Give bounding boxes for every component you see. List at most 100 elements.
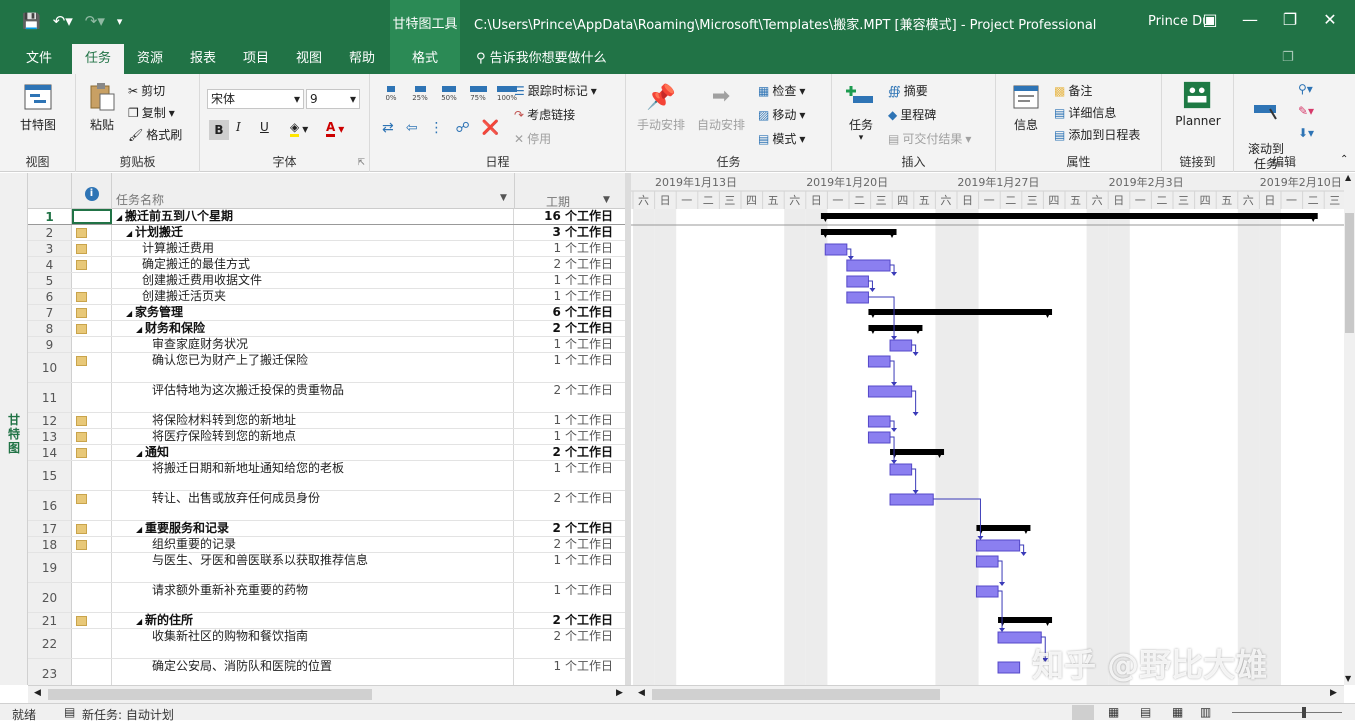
table-row[interactable]: 16 转让、出售或放弃任何成员身份 2 个工作日 — [28, 491, 625, 521]
manual-schedule-button[interactable]: 📌 手动安排 — [632, 82, 690, 133]
duration-cell[interactable]: 1 个工作日 — [514, 583, 617, 612]
grid-scroll-left-icon[interactable]: ◀ — [34, 688, 41, 698]
task-name-cell[interactable]: 评估特地为这次搬迁投保的贵重物品 — [112, 383, 514, 412]
row-number[interactable]: 1 — [28, 209, 72, 224]
table-row[interactable]: 8 ◢ 财务和保险 2 个工作日 — [28, 321, 625, 337]
undo-icon[interactable]: ↶▾ — [53, 12, 73, 30]
indicator-cell[interactable] — [72, 305, 112, 320]
task-usage-icon[interactable]: ▦ — [1108, 705, 1119, 719]
task-name-header[interactable]: 任务名称 — [116, 191, 164, 208]
find-icon[interactable]: ⚲▾ — [1298, 82, 1313, 96]
mode-button[interactable]: ▤ 模式 ▾ — [758, 130, 805, 147]
collapse-triangle-icon[interactable]: ◢ — [136, 617, 145, 626]
row-number[interactable]: 3 — [28, 241, 72, 256]
task-name-cell[interactable]: 将医疗保险转到您的新地点 — [112, 429, 514, 444]
planner-button[interactable]: Planner — [1170, 80, 1226, 128]
table-row[interactable]: 6 创建搬迁活页夹 1 个工作日 — [28, 289, 625, 305]
indicator-cell[interactable] — [72, 629, 112, 658]
track-mark-button[interactable]: ☰ 跟踪时标记 ▾ — [514, 82, 597, 99]
duration-filter-icon[interactable]: ▼ — [603, 195, 610, 205]
duration-cell[interactable]: 2 个工作日 — [514, 383, 617, 412]
duration-cell[interactable]: 1 个工作日 — [514, 553, 617, 582]
row-number[interactable]: 8 — [28, 321, 72, 336]
table-row[interactable]: 9 审查家庭财务状况 1 个工作日 — [28, 337, 625, 353]
note-icon[interactable] — [76, 432, 87, 442]
table-row[interactable]: 2 ◢ 计划搬迁 3 个工作日 — [28, 225, 625, 241]
table-row[interactable]: 23 确定公安局、消防队和医院的位置 1 个工作日 — [28, 659, 625, 685]
indicator-cell[interactable] — [72, 583, 112, 612]
task-name-cell[interactable]: 审查家庭财务状况 — [112, 337, 514, 352]
note-icon[interactable] — [76, 308, 87, 318]
chart-scroll-right-icon[interactable]: ▶ — [1330, 688, 1337, 698]
note-icon[interactable] — [76, 260, 87, 270]
note-icon[interactable] — [76, 292, 87, 302]
collapse-triangle-icon[interactable]: ◢ — [136, 525, 145, 534]
indicator-cell[interactable] — [72, 257, 112, 272]
scroll-down-icon[interactable]: ▼ — [1345, 674, 1351, 683]
indicator-cell[interactable] — [72, 321, 112, 336]
table-row[interactable]: 22 收集新社区的购物和餐饮指南 2 个工作日 — [28, 629, 625, 659]
table-row[interactable]: 13 将医疗保险转到您的新地点 1 个工作日 — [28, 429, 625, 445]
row-number[interactable]: 23 — [28, 659, 72, 685]
task-name-cell[interactable]: 与医生、牙医和兽医联系以获取推荐信息 — [112, 553, 514, 582]
indicator-cell[interactable] — [72, 337, 112, 352]
table-row[interactable]: 21 ◢ 新的住所 2 个工作日 — [28, 613, 625, 629]
duration-cell[interactable]: 2 个工作日 — [514, 491, 617, 520]
row-number[interactable]: 12 — [28, 413, 72, 428]
duration-cell[interactable]: 2 个工作日 — [514, 537, 617, 552]
percent-25-button[interactable]: 25% — [409, 86, 431, 102]
task-name-cell[interactable]: 转让、出售或放弃任何成员身份 — [112, 491, 514, 520]
split-icon[interactable]: ⋮ — [429, 120, 443, 136]
auto-schedule-button[interactable]: ➡ 自动安排 — [692, 82, 750, 133]
duration-cell[interactable]: 3 个工作日 — [514, 225, 617, 240]
tab-task[interactable]: 任务 — [72, 44, 124, 74]
respect-links-button[interactable]: ↷ 考虑链接 — [514, 106, 575, 123]
format-painter-button[interactable]: 🖌 格式刷 — [128, 126, 182, 143]
indicator-cell[interactable] — [72, 353, 112, 382]
customize-qat-icon[interactable]: ▾ — [117, 15, 123, 28]
collapse-triangle-icon[interactable]: ◢ — [126, 309, 135, 318]
indicator-cell[interactable] — [72, 491, 112, 520]
table-row[interactable]: 1 ◢ 搬迁前五到八个星期 16 个工作日 — [28, 209, 625, 225]
task-name-cell[interactable]: 组织重要的记录 — [112, 537, 514, 552]
indicator-cell[interactable] — [72, 209, 112, 224]
resource-sheet-icon[interactable]: ▦ — [1172, 705, 1183, 719]
gantt-chart-button[interactable]: 甘特图 — [12, 82, 64, 133]
minimize-icon[interactable]: — — [1230, 10, 1270, 29]
indicator-cell[interactable] — [72, 241, 112, 256]
note-icon[interactable] — [76, 416, 87, 426]
font-name-select[interactable]: 宋体 ▾ — [207, 89, 304, 109]
vertical-scrollbar[interactable]: ▲ ▼ — [1344, 173, 1355, 685]
chart-scroll-left-icon[interactable]: ◀ — [638, 688, 645, 698]
grid-scroll-right-icon[interactable]: ▶ — [616, 688, 623, 698]
task-name-cell[interactable]: ◢ 通知 — [112, 445, 514, 460]
tab-resource[interactable]: 资源 — [126, 44, 174, 74]
highlight-color-button[interactable]: ◈ ▾ — [290, 120, 308, 137]
row-number[interactable]: 6 — [28, 289, 72, 304]
percent-50-button[interactable]: 50% — [438, 86, 460, 102]
collapse-ribbon-icon[interactable]: ⌃ — [1340, 154, 1348, 165]
table-row[interactable]: 4 确定搬迁的最佳方式 2 个工作日 — [28, 257, 625, 273]
note-icon[interactable] — [76, 244, 87, 254]
unlink-icon[interactable]: ❌ — [482, 120, 499, 136]
duration-header[interactable]: 工期 — [546, 193, 570, 210]
table-row[interactable]: 12 将保险材料转到您的新地址 1 个工作日 — [28, 413, 625, 429]
grid-scroll-thumb[interactable] — [48, 689, 372, 700]
chart-scroll-thumb[interactable] — [652, 689, 940, 700]
indicator-cell[interactable] — [72, 553, 112, 582]
task-name-cell[interactable]: 确定公安局、消防队和医院的位置 — [112, 659, 514, 685]
summary-button[interactable]: ∰ 摘要 — [888, 82, 928, 99]
table-row[interactable]: 18 组织重要的记录 2 个工作日 — [28, 537, 625, 553]
ribbon-options-icon[interactable]: ▣ — [1190, 10, 1230, 29]
duration-cell[interactable]: 16 个工作日 — [514, 209, 617, 224]
select-all-corner[interactable] — [28, 173, 72, 209]
duration-cell[interactable]: 2 个工作日 — [514, 321, 617, 336]
duration-cell[interactable]: 2 个工作日 — [514, 445, 617, 460]
row-number[interactable]: 16 — [28, 491, 72, 520]
task-name-cell[interactable]: 创建搬迁活页夹 — [112, 289, 514, 304]
inactivate-button[interactable]: ✕ 停用 — [514, 130, 551, 147]
duration-cell[interactable]: 1 个工作日 — [514, 429, 617, 444]
indicator-cell[interactable] — [72, 289, 112, 304]
task-name-cell[interactable]: 将搬迁日期和新地址通知给您的老板 — [112, 461, 514, 490]
task-name-cell[interactable]: ◢ 财务和保险 — [112, 321, 514, 336]
